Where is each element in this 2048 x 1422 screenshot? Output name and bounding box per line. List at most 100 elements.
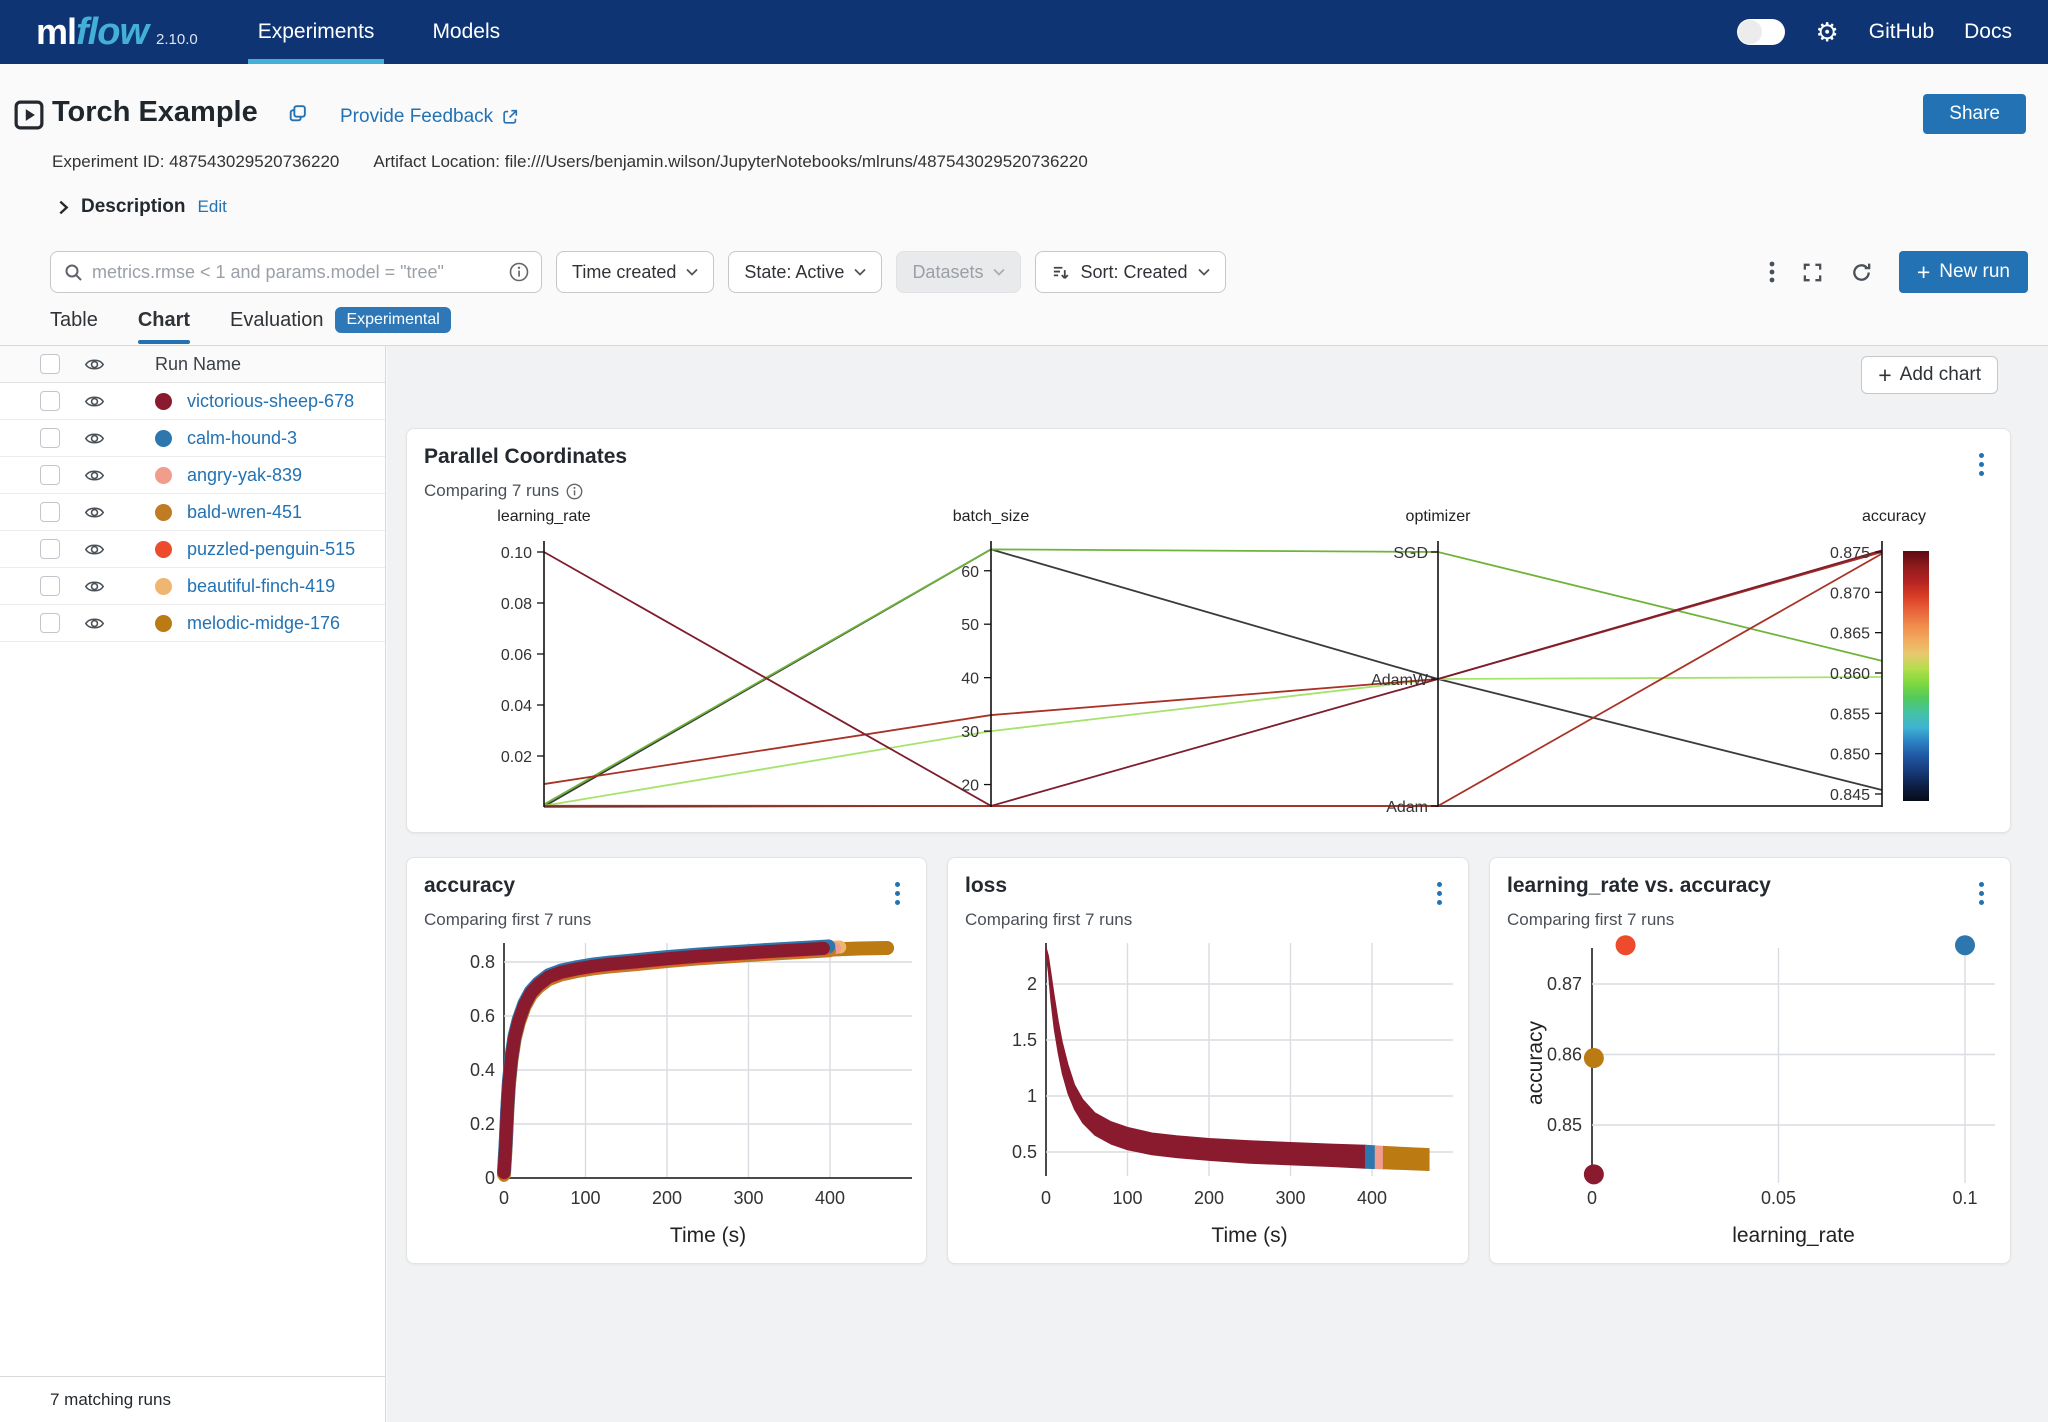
sort-selector[interactable]: Sort: Created [1035,251,1225,293]
gear-icon[interactable]: ⚙ [1815,19,1838,45]
run-name-link[interactable]: melodic-midge-176 [187,613,340,634]
theme-toggle[interactable] [1737,19,1785,45]
github-link[interactable]: GitHub [1869,20,1934,44]
nav-tab-models[interactable]: Models [428,0,504,64]
svg-text:learning_rate: learning_rate [497,508,591,525]
add-chart-button[interactable]: + Add chart [1861,356,1998,394]
run-name-link[interactable]: victorious-sheep-678 [187,391,354,412]
toolbar-right: + New run [1769,251,2028,293]
run-checkbox[interactable] [40,539,60,559]
visibility-toggle-icon[interactable] [84,502,105,523]
fullscreen-icon[interactable] [1801,261,1824,284]
visibility-toggle-icon[interactable] [84,354,105,375]
visibility-toggle-icon[interactable] [84,465,105,486]
svg-text:0.05: 0.05 [1761,1188,1796,1208]
tab-evaluation[interactable]: Evaluation [230,309,323,332]
chart-menu-icon[interactable] [1975,878,1988,909]
run-checkbox[interactable] [40,465,60,485]
run-color-dot [155,504,172,521]
more-options-icon[interactable] [1769,260,1775,284]
run-list-panel: Run Name victorious-sheep-678 calm-hound… [0,346,386,1422]
svg-text:400: 400 [1357,1188,1387,1208]
run-name-link[interactable]: calm-hound-3 [187,428,297,449]
mlflow-app: mlflow 2.10.0 Experiments Models ⚙ GitHu… [0,0,2048,1422]
experiment-icon [14,100,44,135]
svg-text:0.85: 0.85 [1547,1115,1582,1135]
svg-text:0.5: 0.5 [1012,1142,1037,1162]
select-all-checkbox[interactable] [40,354,60,374]
chart-subtitle: Comparing first 7 runs [424,910,591,930]
run-checkbox[interactable] [40,613,60,633]
datasets-filter: Datasets [896,251,1021,293]
run-name-link[interactable]: bald-wren-451 [187,502,302,523]
visibility-toggle-icon[interactable] [84,576,105,597]
svg-text:0.845: 0.845 [1830,787,1870,804]
svg-text:200: 200 [652,1188,682,1208]
provide-feedback-link[interactable]: Provide Feedback [340,106,519,128]
state-filter[interactable]: State: Active [728,251,882,293]
new-run-button[interactable]: + New run [1899,251,2028,293]
visibility-toggle-icon[interactable] [84,428,105,449]
svg-text:0.86: 0.86 [1547,1045,1582,1065]
time-created-filter[interactable]: Time created [556,251,714,293]
svg-text:2: 2 [1027,974,1037,994]
page-title: Torch Example [52,96,258,129]
chart-title: learning_rate vs. accuracy [1507,874,1771,898]
chart-menu-icon[interactable] [1433,878,1446,909]
info-icon[interactable] [566,483,583,500]
mlflow-logo[interactable]: mlflow 2.10.0 [36,11,198,54]
svg-text:300: 300 [733,1188,763,1208]
svg-text:0.1: 0.1 [1952,1188,1977,1208]
description-edit-link[interactable]: Edit [198,197,227,217]
search-box[interactable] [50,251,542,293]
chart-menu-icon[interactable] [1975,449,1988,480]
copy-icon[interactable] [287,103,308,129]
description-label: Description [81,196,186,218]
svg-text:1: 1 [1027,1086,1037,1106]
run-name-link[interactable]: puzzled-penguin-515 [187,539,355,560]
svg-text:accuracy: accuracy [1862,508,1926,525]
run-color-dot [155,430,172,447]
visibility-toggle-icon[interactable] [84,613,105,634]
version-label: 2.10.0 [156,31,198,48]
run-list-header: Run Name [0,346,385,383]
chart-title: loss [965,874,1007,898]
refresh-icon[interactable] [1850,261,1873,284]
info-icon[interactable] [509,262,529,282]
run-row: angry-yak-839 [0,457,385,494]
run-name-link[interactable]: angry-yak-839 [187,465,302,486]
svg-text:0: 0 [499,1188,509,1208]
svg-text:SGD: SGD [1393,545,1428,562]
chart-menu-icon[interactable] [891,878,904,909]
svg-text:learning_rate: learning_rate [1732,1224,1855,1247]
share-button[interactable]: Share [1923,94,2026,134]
visibility-toggle-icon[interactable] [84,391,105,412]
nav-tab-experiments[interactable]: Experiments [254,0,379,64]
search-input[interactable] [92,262,500,283]
svg-text:0.855: 0.855 [1830,706,1870,723]
visibility-toggle-icon[interactable] [84,539,105,560]
tab-table[interactable]: Table [50,309,98,344]
scatter-chart-card: 00.050.10.870.860.85learning_rateaccurac… [1489,857,2011,1264]
docs-link[interactable]: Docs [1964,20,2012,44]
run-checkbox[interactable] [40,428,60,448]
run-checkbox[interactable] [40,391,60,411]
chart-subtitle: Comparing 7 runs [424,481,583,501]
chevron-right-icon[interactable] [58,200,69,215]
svg-text:0.87: 0.87 [1547,974,1582,994]
svg-text:1.5: 1.5 [1012,1030,1037,1050]
run-row: victorious-sheep-678 [0,383,385,420]
sort-icon [1051,263,1070,282]
svg-text:0: 0 [1587,1188,1597,1208]
chevron-down-icon [854,268,866,276]
run-checkbox[interactable] [40,502,60,522]
svg-text:0.8: 0.8 [470,952,495,972]
view-tabs: Table Chart Evaluation Experimental [50,306,2048,346]
search-icon [63,262,83,282]
run-name-link[interactable]: beautiful-finch-419 [187,576,335,597]
navbar-right: ⚙ GitHub Docs [1737,19,2012,45]
tab-chart[interactable]: Chart [138,309,190,344]
tab-evaluation-group: Evaluation Experimental [230,307,451,345]
svg-text:30: 30 [961,724,979,741]
run-checkbox[interactable] [40,576,60,596]
